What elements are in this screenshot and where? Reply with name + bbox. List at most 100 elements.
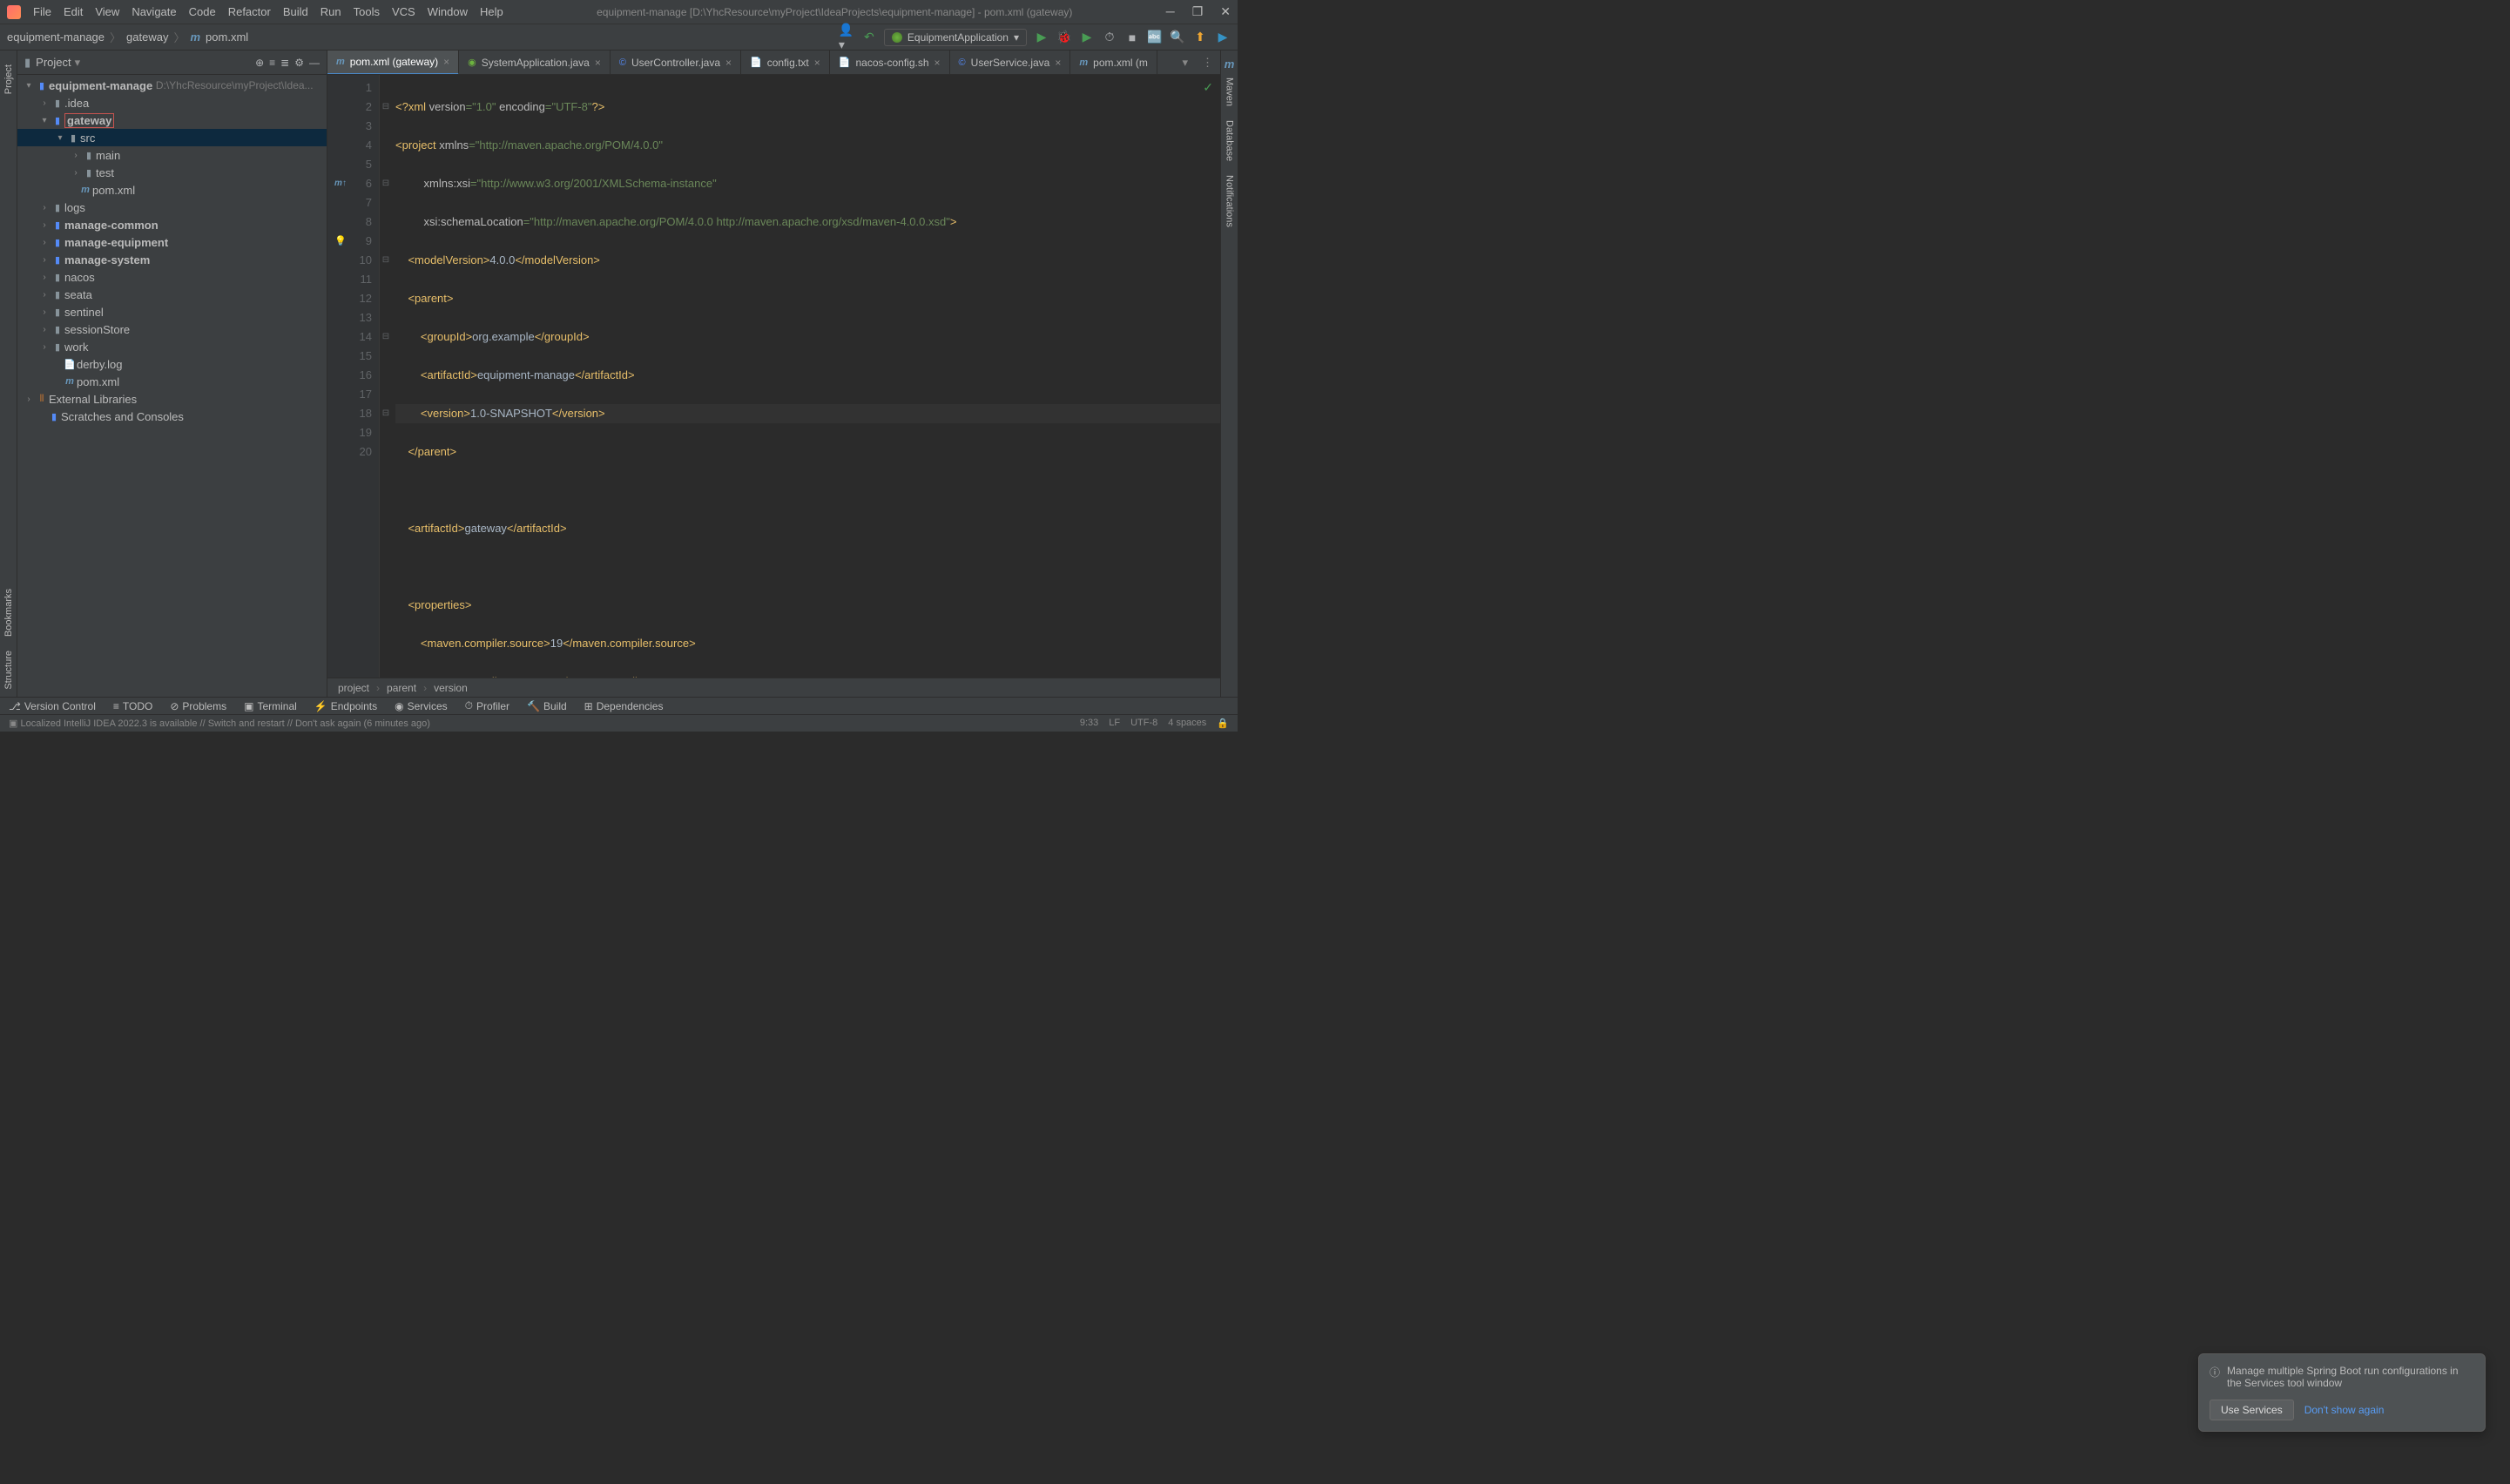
menu-build[interactable]: Build xyxy=(283,5,308,18)
tool-notifications[interactable]: Notifications xyxy=(1225,175,1235,227)
bulb-icon[interactable]: 💡 xyxy=(334,232,347,251)
tree-logs[interactable]: ›▮logs xyxy=(17,199,327,216)
line-number[interactable]: 12 xyxy=(327,289,372,308)
minimize-icon[interactable]: ─ xyxy=(1166,4,1175,19)
bcb-version[interactable]: version xyxy=(434,682,468,694)
menu-view[interactable]: View xyxy=(95,5,119,18)
tab-nacos-sh[interactable]: 📄nacos-config.sh× xyxy=(830,51,950,75)
bcb-parent[interactable]: parent xyxy=(387,682,416,694)
run-config-selector[interactable]: EquipmentApplication ▾ xyxy=(884,29,1027,46)
translate-icon[interactable]: 🔤 xyxy=(1147,30,1163,45)
menu-run[interactable]: Run xyxy=(320,5,341,18)
tool-maven[interactable]: Maven xyxy=(1225,78,1235,106)
maven-nav-icon[interactable]: m↑ xyxy=(334,174,347,193)
tool-bookmarks[interactable]: Bookmarks xyxy=(3,589,14,637)
file-encoding[interactable]: UTF-8 xyxy=(1130,718,1157,729)
collapse-icon[interactable]: ≣ xyxy=(280,57,289,69)
bcb-project[interactable]: project xyxy=(338,682,369,694)
tool-deps[interactable]: ⊞Dependencies xyxy=(584,700,664,712)
tree-test[interactable]: ›▮test xyxy=(17,164,327,181)
tree-manage-common[interactable]: ›▮manage-common xyxy=(17,216,327,233)
menu-refactor[interactable]: Refactor xyxy=(228,5,271,18)
expand-icon[interactable]: ≡ xyxy=(269,57,275,69)
tool-structure[interactable]: Structure xyxy=(3,651,14,690)
close-icon[interactable]: × xyxy=(443,56,449,68)
close-icon[interactable]: × xyxy=(935,57,941,69)
line-number[interactable]: 10 xyxy=(327,251,372,270)
inspection-ok-icon[interactable]: ✓ xyxy=(1203,80,1213,95)
tabs-more-icon[interactable]: ⋮ xyxy=(1195,56,1220,70)
window-icon[interactable]: ▣ xyxy=(9,718,17,729)
tree-gateway[interactable]: ▾▮gateway xyxy=(17,111,327,129)
target-icon[interactable]: ⊕ xyxy=(255,57,264,69)
tool-terminal[interactable]: ▣Terminal xyxy=(244,700,297,712)
tool-vcs[interactable]: ⎇Version Control xyxy=(9,700,96,712)
maven-icon[interactable]: m xyxy=(1225,57,1235,71)
chevron-down-icon[interactable]: ▾ xyxy=(75,56,81,70)
tree-idea[interactable]: ›▮.idea xyxy=(17,94,327,111)
tool-build[interactable]: 🔨Build xyxy=(527,700,567,712)
line-number[interactable]: 18 xyxy=(327,404,372,423)
close-icon[interactable]: × xyxy=(595,57,601,69)
use-services-button[interactable]: Use Services xyxy=(2210,1400,2294,1420)
tool-endpoints[interactable]: ⚡Endpoints xyxy=(314,700,377,712)
tab-user-service[interactable]: ©UserService.java× xyxy=(950,51,1071,75)
tree-main[interactable]: ›▮main xyxy=(17,146,327,164)
line-number[interactable]: 20 xyxy=(327,442,372,462)
tree-manage-equipment[interactable]: ›▮manage-equipment xyxy=(17,233,327,251)
menu-help[interactable]: Help xyxy=(480,5,503,18)
tree-nacos[interactable]: ›▮nacos xyxy=(17,268,327,286)
tree-pom-gateway[interactable]: mpom.xml xyxy=(17,181,327,199)
tool-todo[interactable]: ≡TODO xyxy=(113,700,152,712)
crumb-project[interactable]: equipment-manage xyxy=(7,30,105,44)
tool-services[interactable]: ◉Services xyxy=(395,700,448,712)
menu-window[interactable]: Window xyxy=(428,5,468,18)
run-icon[interactable]: ▶ xyxy=(1034,30,1049,45)
tab-config[interactable]: 📄config.txt× xyxy=(741,51,830,75)
tree-session[interactable]: ›▮sessionStore xyxy=(17,320,327,338)
maximize-icon[interactable]: ❐ xyxy=(1192,4,1204,19)
line-number[interactable]: 19 xyxy=(327,423,372,442)
debug-icon[interactable]: 🐞 xyxy=(1056,30,1072,45)
tool-project[interactable]: Project xyxy=(3,64,14,94)
gear-icon[interactable]: ⚙ xyxy=(294,57,304,69)
tree-derby[interactable]: 📄derby.log xyxy=(17,355,327,373)
menu-tools[interactable]: Tools xyxy=(354,5,380,18)
tree-manage-system[interactable]: ›▮manage-system xyxy=(17,251,327,268)
indent-info[interactable]: 4 spaces xyxy=(1168,718,1206,729)
tree-work[interactable]: ›▮work xyxy=(17,338,327,355)
stop-icon[interactable]: ■ xyxy=(1124,30,1140,45)
tree-external-libs[interactable]: ›⫴External Libraries xyxy=(17,390,327,408)
update-icon[interactable]: ⬆ xyxy=(1192,30,1208,45)
coverage-icon[interactable]: ▶ xyxy=(1079,30,1095,45)
crumb-file[interactable]: pom.xml xyxy=(206,30,248,44)
crumb-module[interactable]: gateway xyxy=(126,30,168,44)
tab-pom-other[interactable]: mpom.xml (m xyxy=(1070,51,1157,75)
caret-position[interactable]: 9:33 xyxy=(1080,718,1098,729)
tab-user-controller[interactable]: ©UserController.java× xyxy=(611,51,741,75)
tabs-dropdown-icon[interactable]: ▾ xyxy=(1175,56,1195,70)
line-number[interactable]: 13 xyxy=(327,308,372,327)
project-panel-title[interactable]: Project xyxy=(36,56,71,69)
line-number[interactable]: 14 xyxy=(327,327,372,347)
ide-icon[interactable]: ▶ xyxy=(1215,30,1231,45)
fold-icon[interactable]: ⊟ xyxy=(380,404,392,423)
code-editor[interactable]: ✓ m↑ 💡 1 2 3 4 5 6 7 8 9 10 11 12 xyxy=(327,75,1220,678)
tool-problems[interactable]: ⊘Problems xyxy=(170,700,226,712)
project-tree[interactable]: ▾▮equipment-manage D:\YhcResource\myProj… xyxy=(17,75,327,697)
menu-file[interactable]: File xyxy=(33,5,51,18)
tree-sentinel[interactable]: ›▮sentinel xyxy=(17,303,327,320)
menu-navigate[interactable]: Navigate xyxy=(132,5,176,18)
status-message[interactable]: Localized IntelliJ IDEA 2022.3 is availa… xyxy=(20,718,429,729)
menu-vcs[interactable]: VCS xyxy=(392,5,415,18)
tree-scratches[interactable]: ▮Scratches and Consoles xyxy=(17,408,327,425)
search-icon[interactable]: 🔍 xyxy=(1170,30,1185,45)
profile-icon[interactable]: ⏱ xyxy=(1102,30,1117,45)
tab-pom-gateway[interactable]: mpom.xml (gateway)× xyxy=(327,51,459,75)
close-icon[interactable]: × xyxy=(725,57,732,69)
fold-icon[interactable]: ⊟ xyxy=(380,327,392,347)
close-icon[interactable]: × xyxy=(814,57,820,69)
line-separator[interactable]: LF xyxy=(1109,718,1120,729)
fold-icon[interactable]: ⊟ xyxy=(380,174,392,193)
tool-database[interactable]: Database xyxy=(1225,120,1235,161)
